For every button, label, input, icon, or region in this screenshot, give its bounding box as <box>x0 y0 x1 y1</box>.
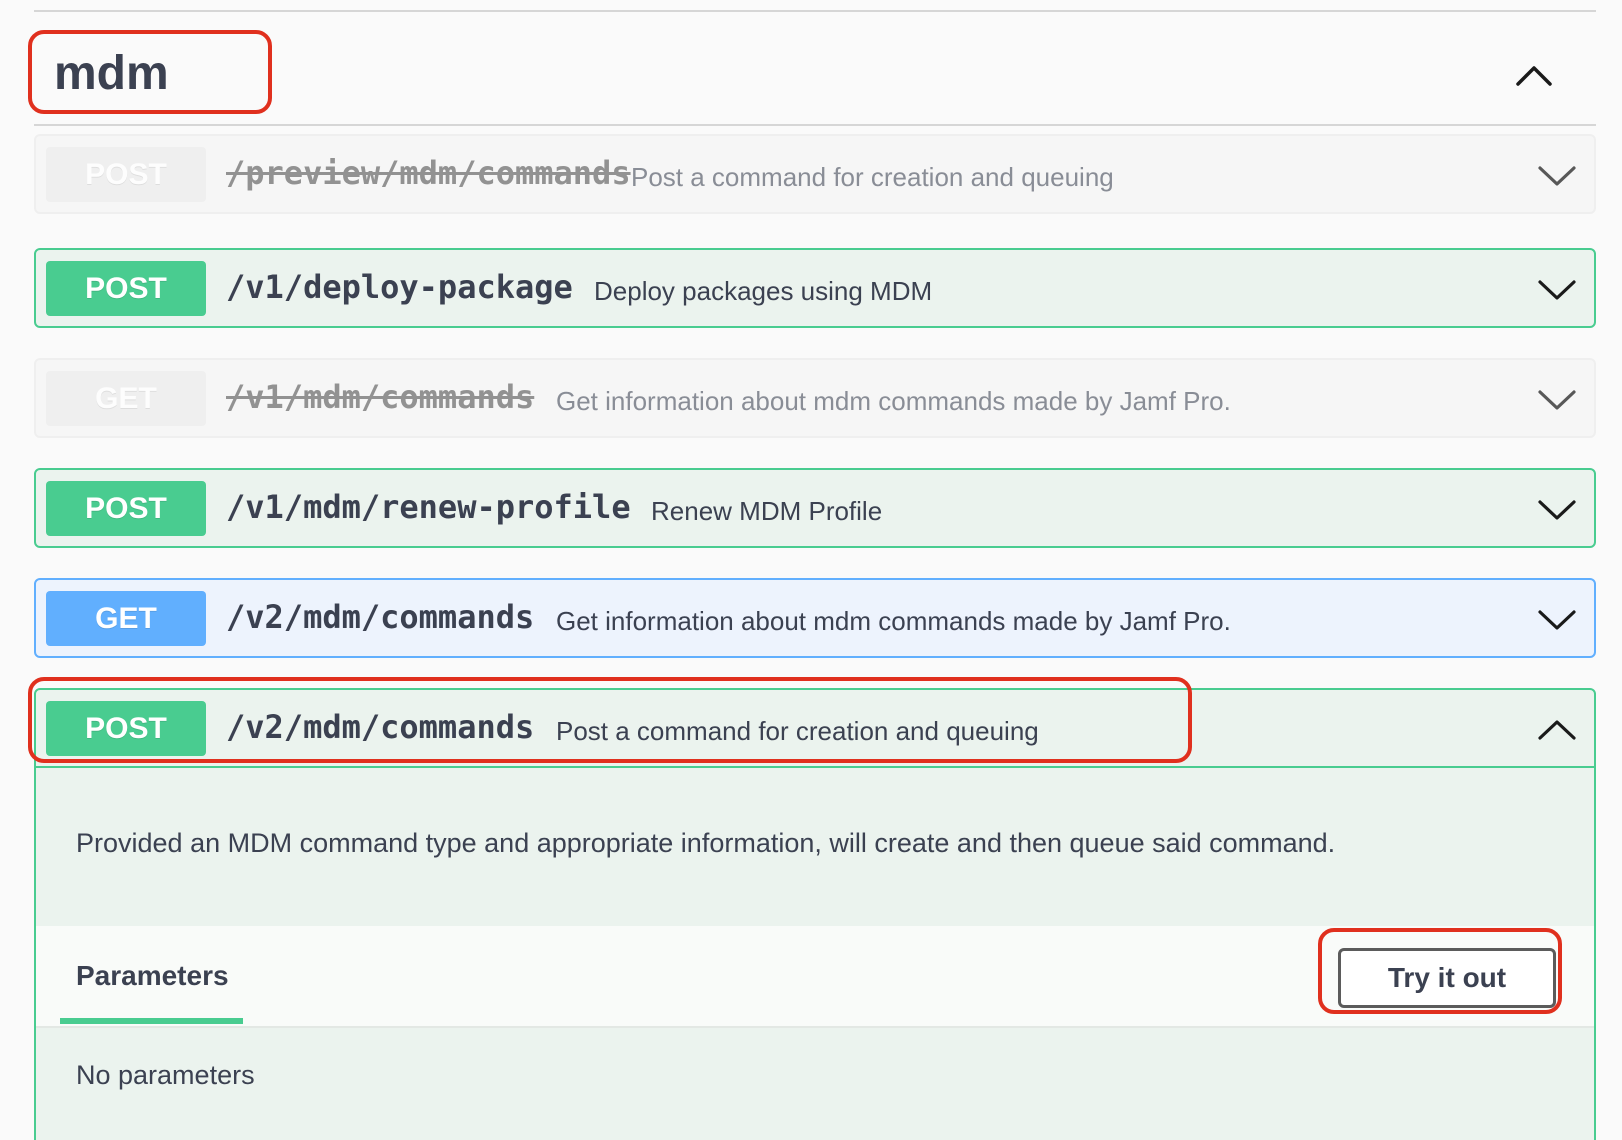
operation-post-v1-deploy-package[interactable]: POST /v1/deploy-package Deploy packages … <box>34 248 1596 328</box>
chevron-down-icon[interactable] <box>1536 488 1578 530</box>
chevron-up-icon[interactable] <box>1512 54 1556 98</box>
chevron-up-icon[interactable] <box>1536 708 1578 750</box>
method-badge: GET <box>46 591 206 646</box>
top-divider <box>34 10 1596 12</box>
chevron-down-icon[interactable] <box>1536 598 1578 640</box>
operation-summary: Post a command for creation and queuing <box>631 162 1114 192</box>
method-badge: POST <box>46 261 206 316</box>
method-badge: GET <box>46 371 206 426</box>
operation-post-v1-mdm-renew-profile[interactable]: POST /v1/mdm/renew-profile Renew MDM Pro… <box>34 468 1596 548</box>
operation-summary: Get information about mdm commands made … <box>556 386 1231 416</box>
chevron-down-icon[interactable] <box>1536 378 1578 420</box>
operation-summary: Post a command for creation and queuing <box>556 716 1039 746</box>
no-parameters-text: No parameters <box>76 1060 255 1090</box>
method-badge: POST <box>46 701 206 756</box>
operation-summary: Get information about mdm commands made … <box>556 606 1231 636</box>
operation-post-preview-mdm-commands[interactable]: POST /preview/mdm/commands Post a comman… <box>34 134 1596 214</box>
parameters-bar: Parameters Try it out <box>36 926 1594 1028</box>
operation-get-v2-mdm-commands[interactable]: GET /v2/mdm/commands Get information abo… <box>34 578 1596 658</box>
tag-section-header[interactable]: mdm <box>34 24 1596 126</box>
try-it-out-button[interactable]: Try it out <box>1338 948 1556 1008</box>
tag-title: mdm <box>54 47 169 100</box>
chevron-down-icon[interactable] <box>1536 154 1578 196</box>
operation-summary: Deploy packages using MDM <box>594 276 933 306</box>
operation-path: /v2/mdm/commands <box>226 708 535 746</box>
operation-path: /v1/mdm/renew-profile <box>226 488 631 526</box>
operation-post-v2-mdm-commands-expanded: POST /v2/mdm/commands Post a command for… <box>34 688 1596 1140</box>
operation-path: /v2/mdm/commands <box>226 598 535 636</box>
operation-get-v1-mdm-commands[interactable]: GET /v1/mdm/commands Get information abo… <box>34 358 1596 438</box>
chevron-down-icon[interactable] <box>1536 268 1578 310</box>
method-badge: POST <box>46 481 206 536</box>
tab-parameters[interactable]: Parameters <box>76 960 229 992</box>
active-tab-indicator <box>60 1018 243 1024</box>
method-badge: POST <box>46 147 206 202</box>
operation-path: /v1/mdm/commands <box>226 378 535 416</box>
operation-header[interactable]: POST /v2/mdm/commands Post a command for… <box>36 690 1594 768</box>
operation-path: /preview/mdm/commands <box>226 154 631 192</box>
operation-description: Provided an MDM command type and appropr… <box>76 828 1336 858</box>
operation-summary: Renew MDM Profile <box>651 496 883 526</box>
swagger-page: mdm POST /preview/mdm/commands Post a co… <box>0 0 1622 1140</box>
operation-path: /v1/deploy-package <box>226 268 573 306</box>
